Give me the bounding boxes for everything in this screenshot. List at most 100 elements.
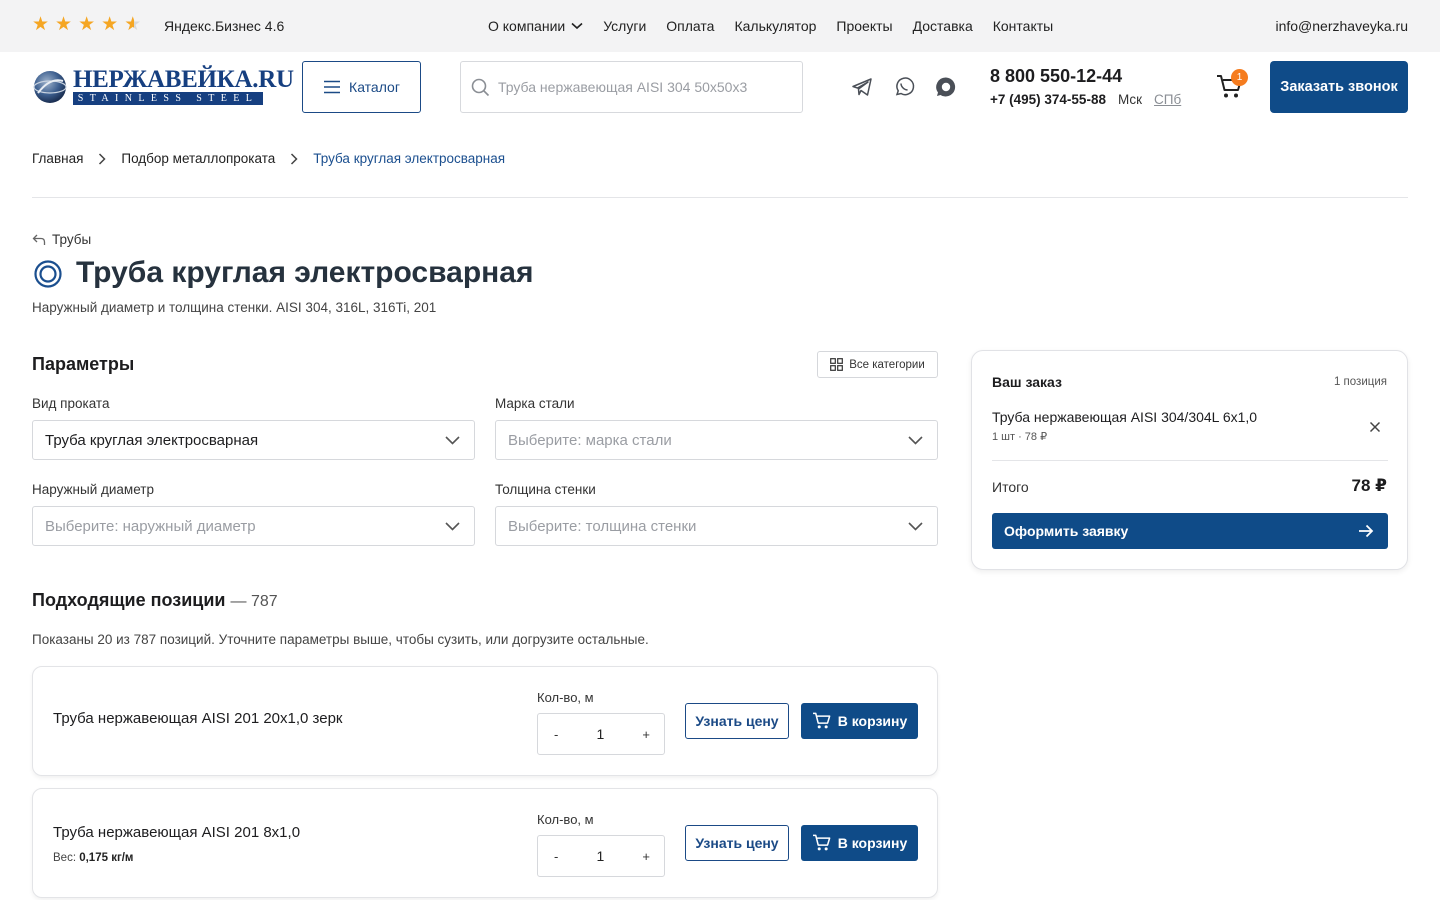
nav-item-delivery[interactable]: Доставка — [913, 18, 973, 34]
results-title-text: Подходящие позиции — [32, 590, 226, 610]
star-icon: ★ — [78, 14, 96, 35]
qty-decrease-button[interactable]: - — [554, 727, 558, 742]
telegram-icon[interactable] — [851, 76, 873, 98]
site-logo[interactable]: НЕРЖАВЕЙКА.RU STAINLESS STEEL — [32, 66, 294, 108]
qty-value[interactable]: 1 — [596, 848, 604, 864]
top-navigation: О компании Услуги Оплата Калькулятор Про… — [488, 18, 1053, 34]
menu-icon — [324, 80, 341, 94]
order-panel: Ваш заказ 1 позиция Труба нержавеющая AI… — [971, 350, 1408, 570]
add-to-cart-label: В корзину — [837, 713, 908, 729]
breadcrumb-home[interactable]: Главная — [32, 151, 83, 166]
star-half-icon: ★ — [124, 14, 142, 35]
back-link-label: Трубы — [52, 232, 92, 247]
wall-thickness-placeholder: Выберите: толщина стенки — [508, 517, 697, 535]
rolled-type-value: Труба круглая электросварная — [45, 431, 259, 449]
quantity-stepper: - 1 + — [537, 713, 665, 755]
order-total-value: 78 ₽ — [1351, 476, 1387, 495]
get-price-button[interactable]: Узнать цену — [685, 825, 789, 861]
checkout-button[interactable]: Оформить заявку — [992, 513, 1388, 549]
search-input[interactable] — [498, 79, 778, 95]
breadcrumb-selection[interactable]: Подбор металлопроката — [121, 151, 275, 166]
all-categories-label: Все категории — [849, 358, 925, 371]
chevron-down-icon — [908, 521, 923, 531]
qty-increase-button[interactable]: + — [642, 727, 650, 742]
callback-button[interactable]: Заказать звонок — [1270, 61, 1408, 113]
breadcrumb-current: Труба круглая электросварная — [313, 151, 506, 166]
results-title: Подходящие позиции — 787 — [32, 590, 278, 611]
star-icon: ★ — [32, 14, 50, 35]
all-categories-button[interactable]: Все категории — [817, 351, 938, 378]
search-icon — [471, 78, 490, 96]
chevron-right-icon — [291, 152, 298, 165]
chevron-down-icon — [571, 22, 583, 30]
page-title: Труба круглая электросварная — [76, 256, 534, 289]
add-to-cart-button[interactable]: В корзину — [801, 825, 918, 861]
qty-label: Кол-во, м — [537, 812, 594, 827]
chevron-down-icon — [445, 521, 460, 531]
arrow-right-icon — [1359, 524, 1374, 538]
page-subtitle: Наружный диаметр и толщина стенки. AISI … — [32, 300, 437, 315]
chevron-down-icon — [908, 435, 923, 445]
round-pipe-icon — [34, 260, 62, 288]
header-divider — [32, 197, 1408, 198]
city-spb[interactable]: СПб — [1154, 92, 1181, 107]
nav-item-contacts[interactable]: Контакты — [993, 18, 1053, 34]
qty-value[interactable]: 1 — [596, 726, 604, 742]
phone-secondary[interactable]: +7 (495) 374-55-88 — [990, 92, 1106, 107]
city-moscow[interactable]: Мск — [1118, 92, 1142, 107]
add-to-cart-label: В корзину — [837, 835, 908, 851]
top-bar: ★ ★ ★ ★ ★ Яндекс.Бизнес 4.6 О компании У… — [0, 0, 1440, 52]
close-icon[interactable] — [1368, 420, 1382, 434]
qty-label: Кол-во, м — [537, 690, 594, 705]
product-name[interactable]: Труба нержавеющая AISI 201 8х1,0 — [53, 824, 300, 841]
nav-item-projects[interactable]: Проекты — [836, 18, 892, 34]
catalog-button-label: Каталог — [349, 79, 400, 95]
nav-item-calculator[interactable]: Калькулятор — [734, 18, 816, 34]
add-to-cart-button[interactable]: В корзину — [801, 703, 918, 739]
order-item-name: Труба нержавеющая AISI 304/304L 6х1,0 — [992, 409, 1258, 425]
order-divider — [992, 460, 1388, 461]
catalog-button[interactable]: Каталог — [302, 61, 421, 113]
rating-stars: ★ ★ ★ ★ ★ — [32, 15, 141, 34]
back-link[interactable]: Трубы — [32, 232, 91, 247]
whatsapp-icon[interactable] — [893, 76, 915, 98]
outer-diameter-placeholder: Выберите: наружный диаметр — [45, 517, 256, 535]
order-count: 1 позиция — [1333, 376, 1387, 388]
globe-logo-icon — [33, 71, 67, 103]
logo-name: НЕРЖАВЕЙКА.RU — [73, 66, 294, 93]
grid-icon — [830, 358, 844, 371]
cart-icon — [812, 834, 831, 851]
steel-grade-select[interactable]: Выберите: марка стали — [495, 420, 938, 460]
email-link[interactable]: info@nerzhaveyka.ru — [1275, 18, 1408, 34]
order-total-label: Итого — [992, 479, 1029, 495]
phone-main[interactable]: 8 800 550-12-44 — [990, 66, 1122, 87]
qty-increase-button[interactable]: + — [642, 849, 650, 864]
phone-secondary-row: +7 (495) 374-55-88 Мск СПб — [990, 92, 1181, 107]
get-price-button[interactable]: Узнать цену — [685, 703, 789, 739]
order-item-meta: 1 шт · 78 ₽ — [992, 431, 1048, 443]
star-icon: ★ — [55, 14, 73, 35]
results-note: Показаны 20 из 787 позиций. Уточните пар… — [32, 632, 649, 647]
max-messenger-icon[interactable] — [935, 76, 957, 98]
wall-thickness-label: Толщина стенки — [495, 482, 596, 497]
rolled-type-label: Вид проката — [32, 396, 110, 411]
outer-diameter-select[interactable]: Выберите: наружный диаметр — [32, 506, 475, 546]
steel-grade-placeholder: Выберите: марка стали — [508, 431, 672, 449]
rating-text[interactable]: Яндекс.Бизнес 4.6 — [164, 18, 284, 34]
search-box — [460, 61, 803, 113]
nav-item-payment[interactable]: Оплата — [666, 18, 714, 34]
chevron-right-icon — [99, 152, 106, 165]
logo-subtitle: STAINLESS STEEL — [73, 92, 263, 105]
cart-icon — [812, 712, 831, 729]
nav-item-services[interactable]: Услуги — [603, 18, 646, 34]
cart-count-badge: 1 — [1231, 69, 1248, 86]
wall-thickness-select[interactable]: Выберите: толщина стенки — [495, 506, 938, 546]
rolled-type-select[interactable]: Труба круглая электросварная — [32, 420, 475, 460]
product-name[interactable]: Труба нержавеющая AISI 201 20х1,0 зерк — [53, 710, 343, 727]
product-card: Труба нержавеющая AISI 201 20х1,0 зерк К… — [32, 666, 938, 776]
nav-item-about[interactable]: О компании — [488, 18, 583, 34]
params-title: Параметры — [32, 354, 135, 374]
checkout-label: Оформить заявку — [1004, 523, 1129, 539]
qty-decrease-button[interactable]: - — [554, 849, 558, 864]
back-arrow-icon — [32, 234, 46, 245]
